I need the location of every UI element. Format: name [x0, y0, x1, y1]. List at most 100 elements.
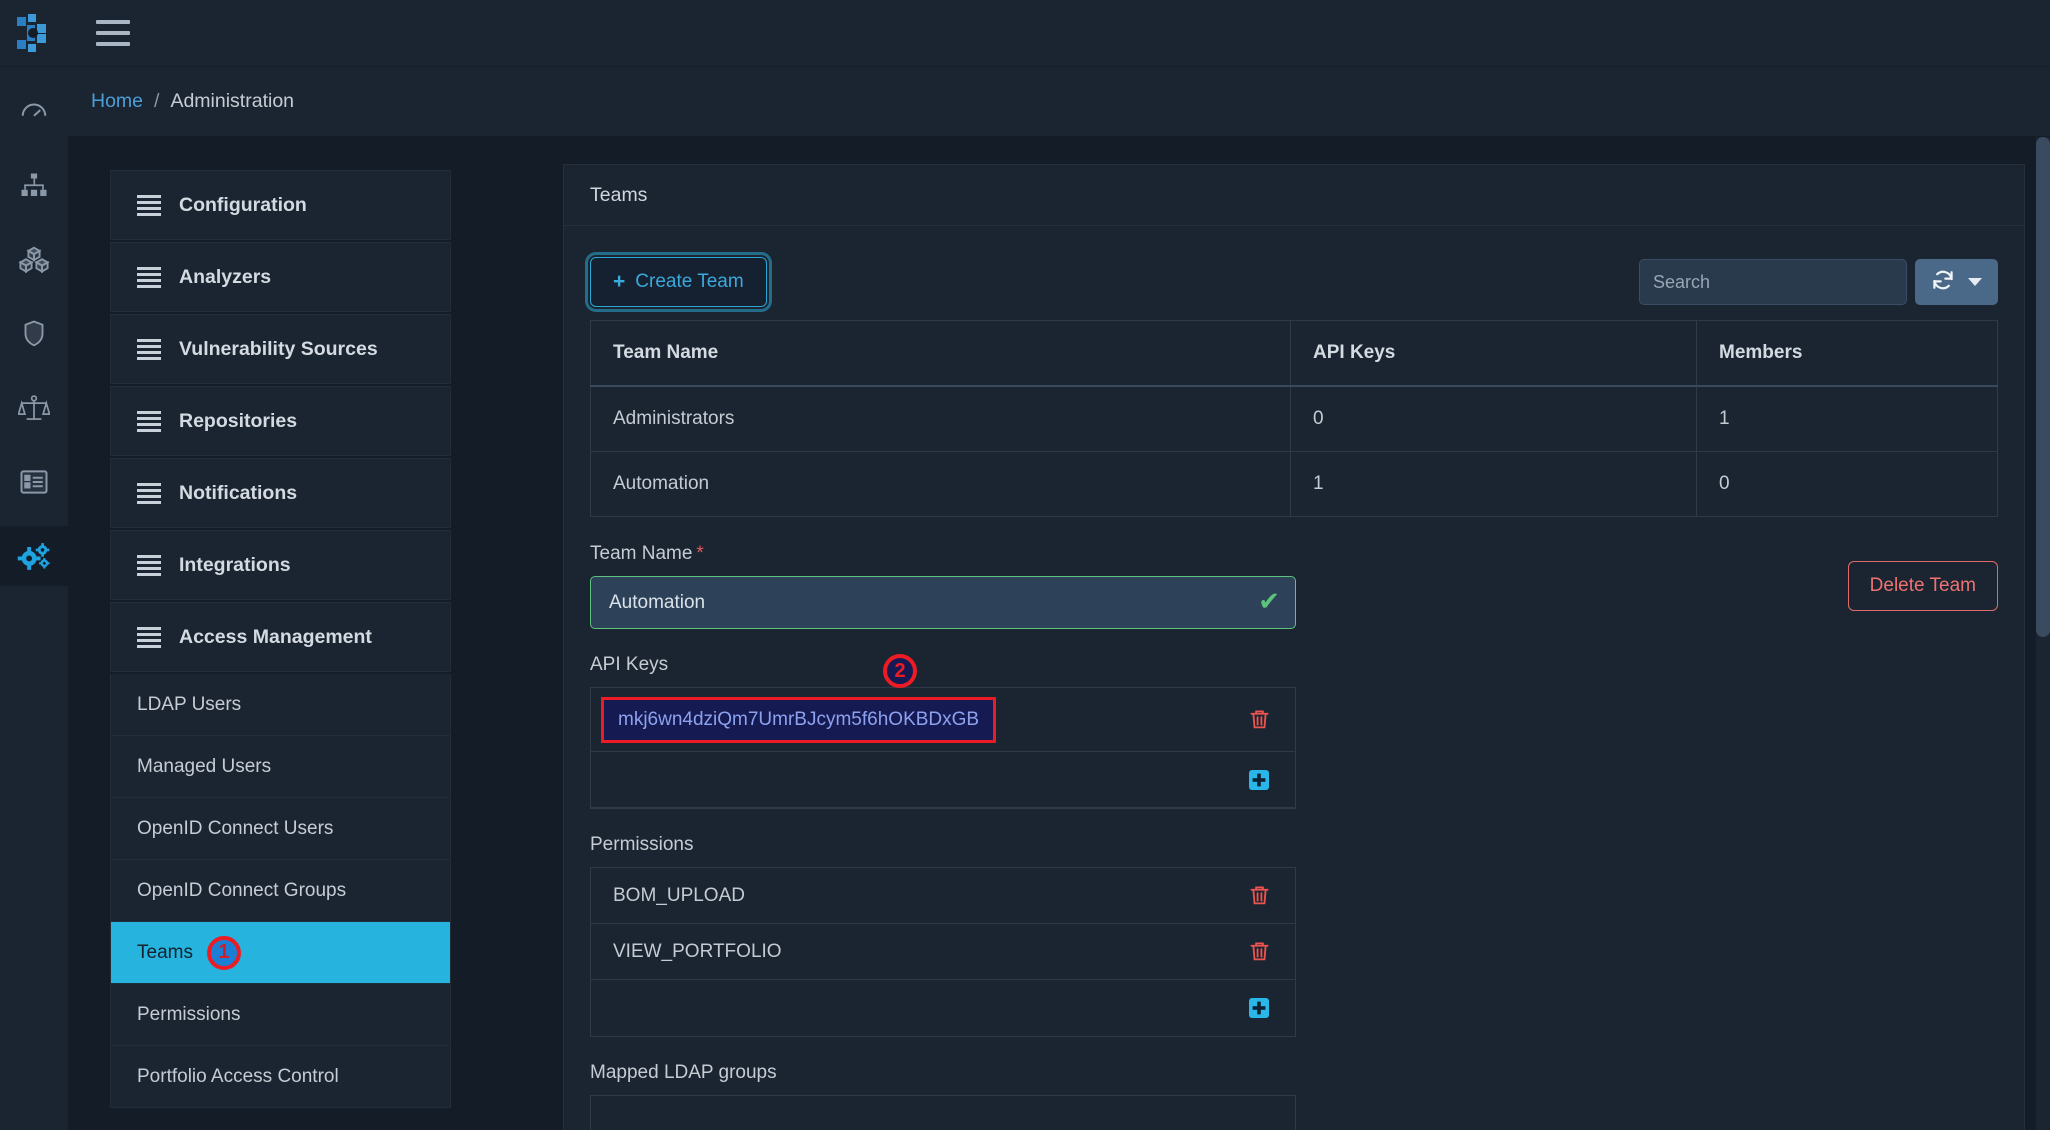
search-input[interactable] [1639, 259, 1907, 305]
teams-toolbar: + Create Team [585, 252, 1998, 312]
sidebar-item-label: OpenID Connect Users [137, 817, 334, 839]
sidebar-item-permissions[interactable]: Permissions [110, 984, 451, 1046]
dashboard-icon[interactable] [0, 82, 68, 142]
toolbar-right-group [1639, 259, 1998, 305]
mapped-ldap-groups-label: Mapped LDAP groups [590, 1062, 777, 1083]
sidebar-item-teams[interactable]: Teams 1 [110, 922, 451, 984]
cell-team-name: Administrators [590, 385, 1291, 452]
sidebar-item-label: Managed Users [137, 755, 272, 777]
required-marker: * [696, 543, 704, 564]
cell-members: 0 [1696, 451, 1998, 517]
cell-api-keys: 0 [1290, 385, 1697, 452]
list-bars-icon [137, 626, 161, 648]
sidebar-item-openid-connect-users[interactable]: OpenID Connect Users [110, 798, 451, 860]
policy-scales-icon[interactable] [0, 378, 68, 438]
create-team-button[interactable]: + Create Team [585, 252, 772, 312]
scrollbar-thumb[interactable] [2036, 137, 2050, 637]
api-key-value: mkj6wn4dziQm7UmrBJcym5f6hOKBDxGB [618, 708, 980, 730]
list-bars-icon [137, 482, 161, 504]
cell-api-keys: 1 [1290, 451, 1697, 517]
administration-gears-icon[interactable] [0, 526, 68, 586]
trash-icon[interactable] [1248, 940, 1271, 963]
menu-group-label: Analyzers [179, 265, 272, 288]
plus-square-icon[interactable] [1247, 996, 1271, 1020]
menu-group-label: Configuration [179, 193, 307, 216]
list-bars-icon [137, 338, 161, 360]
team-name-input[interactable] [590, 576, 1296, 629]
list-bars-icon [137, 554, 161, 576]
breadcrumb: Home / Administration [68, 67, 2050, 137]
menu-group-label: Integrations [179, 553, 291, 576]
trash-icon[interactable] [1248, 708, 1271, 731]
cell-team-name: Automation [590, 451, 1291, 517]
cell-members: 1 [1696, 385, 1998, 452]
page-content: Configuration Analyzers Vulnerability So… [68, 137, 2050, 1130]
table-row[interactable]: Administrators 0 1 [590, 385, 1998, 452]
sidebar-item-label: Permissions [137, 1003, 241, 1025]
trash-icon[interactable] [1248, 884, 1271, 907]
projects-hierarchy-icon[interactable] [0, 156, 68, 216]
mapped-ldap-groups-list [590, 1095, 1296, 1130]
sidebar-item-ldap-users[interactable]: LDAP Users [110, 674, 451, 736]
api-key-add-row [591, 752, 1295, 808]
menu-group-vulnerability-sources[interactable]: Vulnerability Sources [110, 314, 451, 384]
sidebar-item-openid-connect-groups[interactable]: OpenID Connect Groups [110, 860, 451, 922]
permissions-label: Permissions [590, 834, 694, 855]
vertical-scrollbar[interactable] [2036, 137, 2050, 1130]
breadcrumb-separator: / [154, 90, 160, 112]
column-header-api-keys[interactable]: API Keys [1290, 320, 1697, 387]
create-team-label: Create Team [635, 271, 744, 292]
plus-icon: + [613, 270, 626, 293]
menu-group-label: Access Management [179, 625, 372, 648]
annotation-badge-1: 1 [206, 935, 241, 970]
column-header-members[interactable]: Members [1696, 320, 1998, 387]
delete-team-button[interactable]: Delete Team [1847, 561, 1998, 611]
menu-group-access-management[interactable]: Access Management [110, 602, 451, 672]
menu-group-integrations[interactable]: Integrations [110, 530, 451, 600]
table-header-row: Team Name API Keys Members [590, 320, 1998, 387]
sidebar-item-label: OpenID Connect Groups [137, 879, 347, 901]
table-row[interactable]: Automation 1 0 [590, 451, 1998, 517]
administration-menu: Configuration Analyzers Vulnerability So… [110, 170, 451, 1108]
plus-square-icon[interactable] [1247, 768, 1271, 792]
api-keys-list: mkj6wn4dziQm7UmrBJcym5f6hOKBDxGB 2 [590, 654, 1296, 809]
menu-group-analyzers[interactable]: Analyzers [110, 242, 451, 312]
primary-icon-rail [0, 67, 68, 1130]
dependency-track-logo[interactable] [0, 13, 68, 53]
panel-body: + Create Team Search Team Name API Keys … [564, 226, 2024, 1130]
api-keys-label: API Keys [590, 654, 669, 675]
permission-value: BOM_UPLOAD [613, 884, 745, 906]
permissions-list: BOM_UPLOAD VIEW_PORTFOLIO [590, 867, 1296, 1037]
menu-group-configuration[interactable]: Configuration [110, 170, 451, 240]
panel-header: Teams [564, 165, 2024, 226]
annotation-badge-2: 2 [883, 654, 917, 688]
column-header-team-name[interactable]: Team Name [590, 320, 1291, 387]
audit-list-icon[interactable] [0, 452, 68, 512]
vulnerabilities-shield-icon[interactable] [0, 304, 68, 364]
team-name-label: Team Name * [590, 543, 1998, 565]
permission-row: VIEW_PORTFOLIO [591, 924, 1295, 980]
chevron-down-icon [1968, 278, 1982, 286]
refresh-button[interactable] [1915, 259, 1998, 305]
permission-row: BOM_UPLOAD [591, 868, 1295, 924]
api-key-value-highlight[interactable]: mkj6wn4dziQm7UmrBJcym5f6hOKBDxGB [601, 696, 997, 743]
list-bars-icon [137, 266, 161, 288]
breadcrumb-current: Administration [170, 90, 295, 112]
refresh-icon [1931, 268, 1955, 297]
components-icon[interactable] [0, 230, 68, 290]
menu-group-repositories[interactable]: Repositories [110, 386, 451, 456]
menu-group-notifications[interactable]: Notifications [110, 458, 451, 528]
teams-table: Team Name API Keys Members Administrator… [590, 320, 1998, 517]
list-bars-icon [137, 194, 161, 216]
team-detail-form: Team Name* Delete Team ✔ API Keys mkj6wn… [590, 543, 1998, 1130]
page-title: Teams [590, 183, 648, 206]
sidebar-item-portfolio-access-control[interactable]: Portfolio Access Control [110, 1046, 451, 1108]
sidebar-item-managed-users[interactable]: Managed Users [110, 736, 451, 798]
menu-group-label: Vulnerability Sources [179, 337, 378, 360]
teams-panel: Teams + Create Team Search Team Name API… [563, 164, 2025, 1130]
breadcrumb-home-link[interactable]: Home [91, 90, 143, 113]
check-icon: ✔ [1258, 586, 1280, 616]
sidebar-item-label: Portfolio Access Control [137, 1065, 339, 1087]
hamburger-icon[interactable] [91, 11, 135, 55]
api-key-row: mkj6wn4dziQm7UmrBJcym5f6hOKBDxGB [591, 688, 1295, 752]
